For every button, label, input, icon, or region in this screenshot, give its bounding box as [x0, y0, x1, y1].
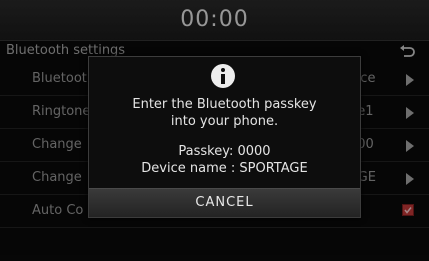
dialog-message-line-1: Enter the Bluetooth passkey — [132, 97, 317, 112]
passkey-text: Passkey: 0000 — [178, 144, 271, 159]
passkey-dialog: Enter the Bluetooth passkey into your ph… — [88, 56, 361, 218]
info-icon — [211, 64, 235, 88]
device-name-text: Device name : SPORTAGE — [141, 161, 308, 176]
cancel-button[interactable]: CANCEL — [89, 188, 360, 217]
dialog-message-line-2: into your phone. — [170, 114, 279, 129]
